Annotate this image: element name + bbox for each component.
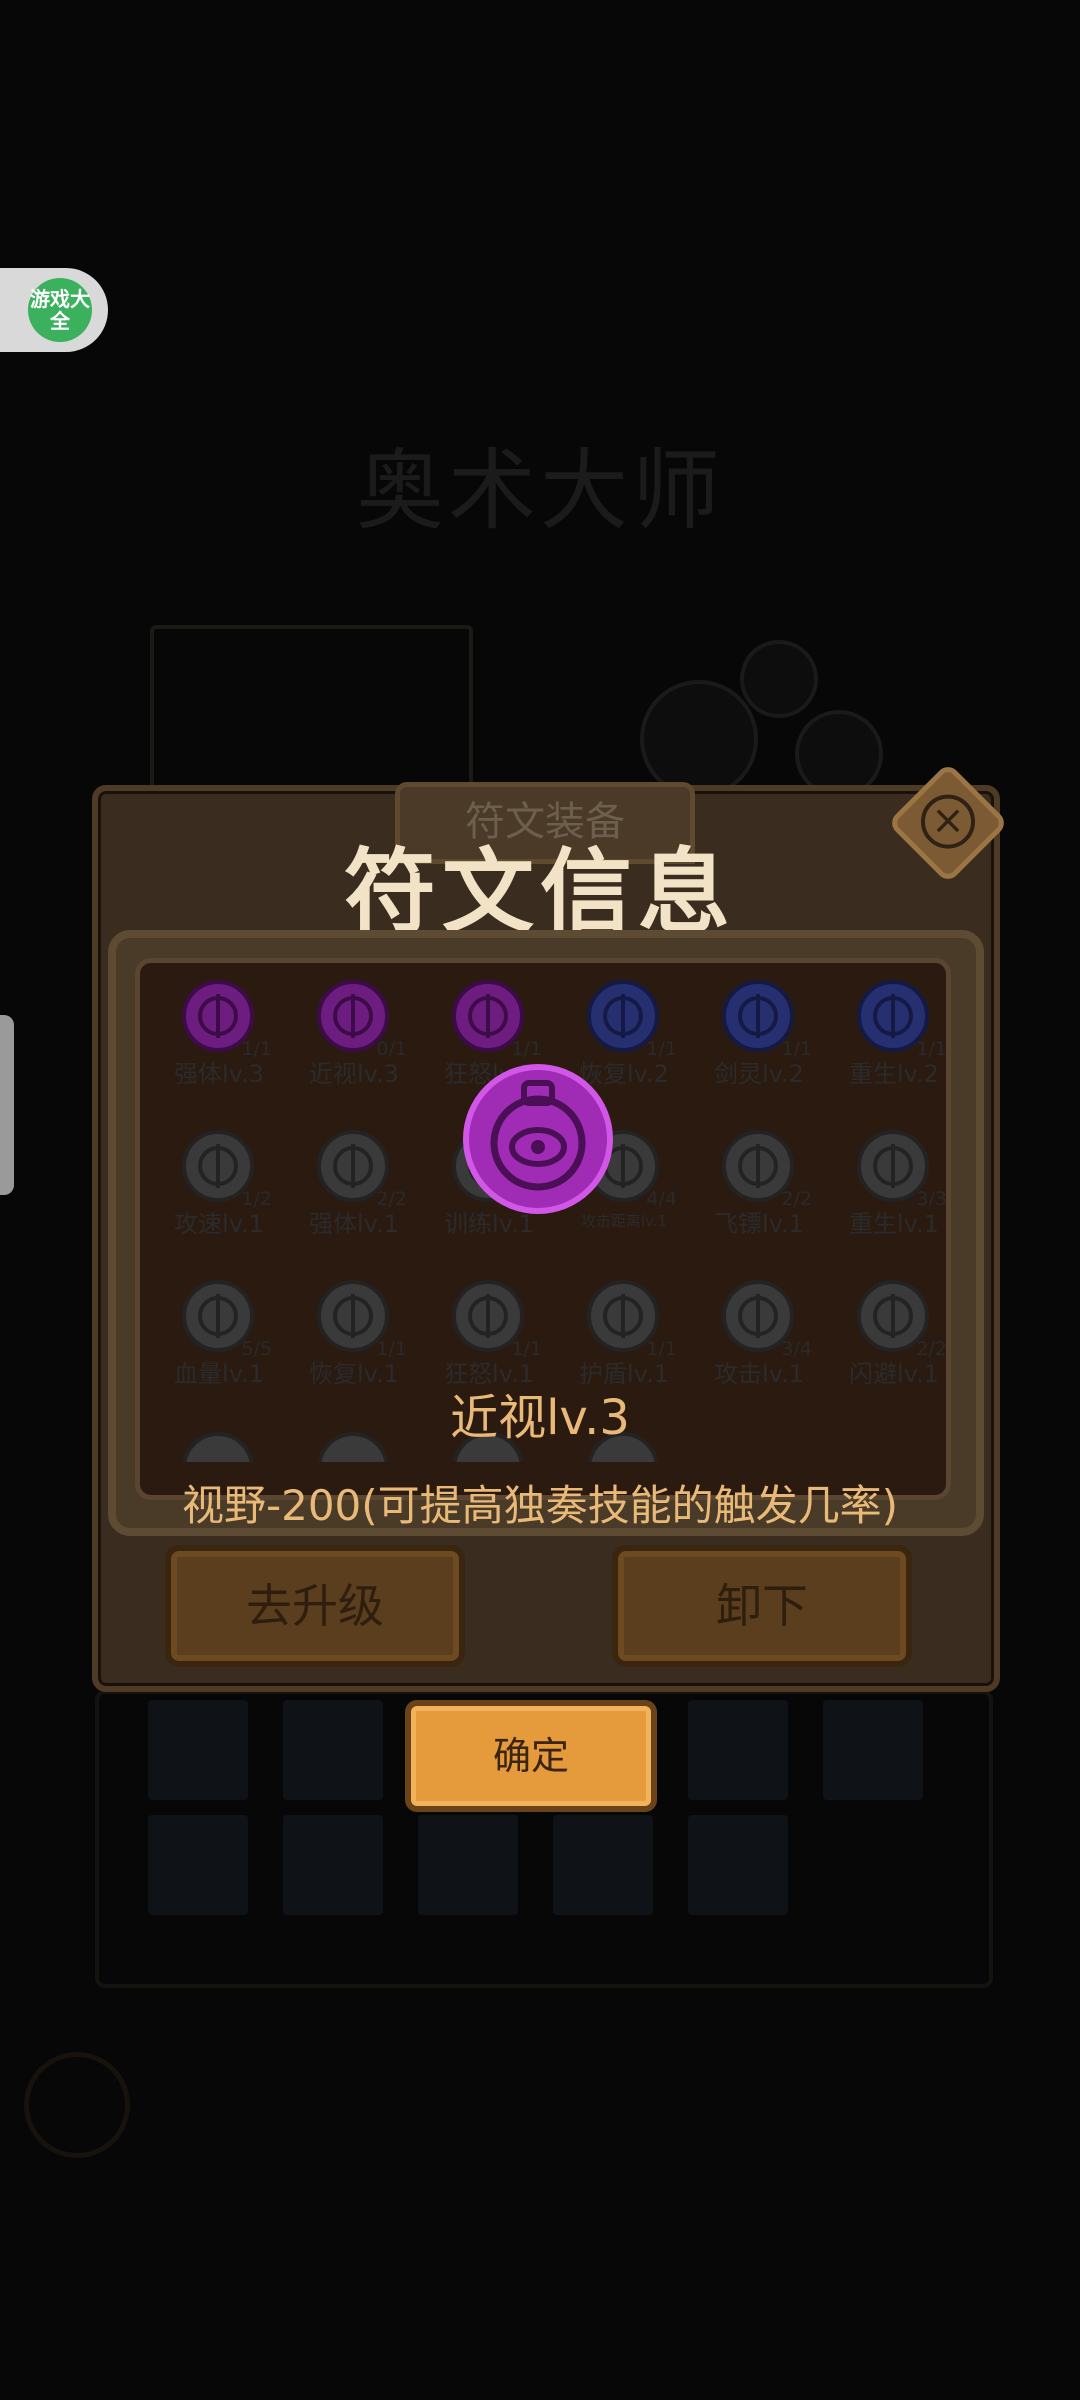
unequip-button-label: 卸下 [716,1579,808,1633]
back-icon[interactable] [24,2052,130,2158]
rune-label: 近视lv.3 [309,1060,399,1088]
rune-label: 强体lv.1 [309,1210,399,1238]
confirm-button-label: 确定 [492,1734,569,1778]
unequip-button[interactable]: 卸下 [612,1545,912,1667]
rune-slot[interactable]: 1/1 强体lv.3 [152,980,282,1100]
bg-page-title: 奥术大师 [355,439,724,542]
rune-slot[interactable]: 2/2 飞镖lv.1 [692,1130,822,1250]
rune-label: 重生lv.2 [849,1060,939,1088]
rune-label: 重生lv.1 [849,1210,939,1238]
bg-character-frame [150,625,473,798]
side-edge-handle[interactable] [0,1015,14,1195]
rune-label: 强体lv.3 [174,1060,264,1088]
rune-slot[interactable]: 1/1 重生lv.2 [827,980,957,1100]
selected-rune-icon [462,1063,614,1215]
rune-label: 剑灵lv.2 [714,1060,804,1088]
game-center-label: 游戏大全 [28,278,92,342]
rune-label: 攻速lv.1 [174,1210,264,1238]
rune-count: 4/4 [646,1188,677,1210]
game-center-badge[interactable]: 游戏大全 [0,268,108,352]
rune-slot[interactable]: 0/1 近视lv.3 [287,980,417,1100]
rune-slot[interactable]: 2/2 强体lv.1 [287,1130,417,1250]
selected-rune-description: 视野-200(可提高独奏技能的触发几率) [181,1481,899,1530]
rune-label: 飞镖lv.1 [714,1210,804,1238]
upgrade-button-label: 去升级 [246,1579,384,1633]
confirm-button[interactable]: 确定 [405,1700,657,1812]
rune-slot[interactable]: 1/1 剑灵lv.2 [692,980,822,1100]
upgrade-button[interactable]: 去升级 [165,1545,465,1667]
rune-slot[interactable]: 1/2 攻速lv.1 [152,1130,282,1250]
rune-slot[interactable]: 3/3 重生lv.1 [827,1130,957,1250]
selected-rune-name: 近视lv.3 [450,1390,630,1446]
